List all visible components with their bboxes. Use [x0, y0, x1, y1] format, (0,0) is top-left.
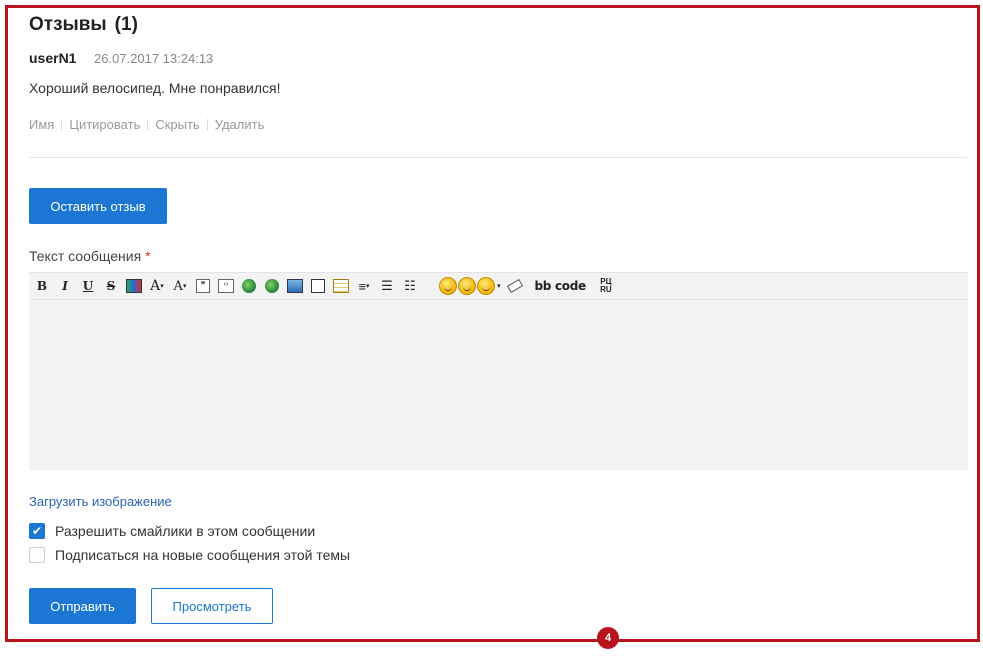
allow-smiles-label: Разрешить смайлики в этом сообщении: [55, 523, 316, 539]
unlink-button[interactable]: [263, 277, 281, 295]
smile-icon: [439, 277, 457, 295]
upload-image-link[interactable]: Загрузить изображение: [29, 494, 172, 509]
code-icon: ‹›: [218, 279, 234, 293]
font-size-button[interactable]: A ▾: [171, 277, 189, 295]
font-icon: A: [150, 278, 161, 294]
chevron-down-icon: ▾: [497, 283, 501, 290]
ordered-list-button[interactable]: ☰: [378, 277, 396, 295]
highlight-frame: Отзывы (1) userN1 26.07.2017 13:24:13 Хор…: [5, 5, 980, 642]
required-mark: *: [145, 248, 151, 264]
video-button[interactable]: [309, 277, 327, 295]
grin-icon: [477, 277, 495, 295]
review-text: Хороший велосипед. Мне понравился!: [29, 80, 281, 96]
grin-button[interactable]: ▾: [477, 277, 501, 295]
section-divider: [29, 157, 967, 158]
color-icon: [126, 279, 142, 293]
review-action-hide[interactable]: Скрыть: [155, 117, 199, 132]
font-size-icon: A: [173, 278, 183, 294]
chevron-down-icon: ▾: [182, 283, 187, 290]
subscribe-row: Подписаться на новые сообщения этой темы: [29, 547, 350, 563]
editor-toolbar: B I U S A ▾ A ▾ ❞ ‹› ≡ ▾ ☰ ☷ ▾ bb code Р…: [29, 273, 968, 300]
video-icon: [311, 279, 325, 293]
review-action-delete[interactable]: Удалить: [215, 117, 265, 132]
translit-button[interactable]: РЦ RU: [597, 277, 615, 295]
font-button[interactable]: A ▾: [148, 277, 166, 295]
table-button[interactable]: [332, 277, 350, 295]
translit-bottom: RU: [600, 285, 612, 294]
unordered-list-icon: ☷: [404, 278, 416, 293]
unlink-icon: [265, 279, 279, 293]
allow-smiles-checkbox[interactable]: ✔: [29, 523, 45, 539]
image-icon: [287, 279, 303, 293]
wink-icon: [458, 277, 476, 295]
subscribe-checkbox[interactable]: [29, 547, 45, 563]
underline-button[interactable]: U: [79, 277, 97, 295]
remove-format-button[interactable]: [506, 277, 524, 295]
action-separator: [147, 119, 149, 130]
leave-review-button[interactable]: Оставить отзыв: [29, 188, 167, 224]
check-icon: ✔: [31, 524, 43, 538]
chevron-down-icon: ▾: [160, 283, 164, 290]
link-button[interactable]: [240, 277, 258, 295]
message-label-text: Текст сообщения: [29, 248, 142, 264]
review-date: 26.07.2017 13:24:13: [94, 51, 214, 66]
review-action-name[interactable]: Имя: [29, 117, 54, 132]
bold-button[interactable]: B: [33, 277, 51, 295]
italic-button[interactable]: I: [56, 277, 74, 295]
review-author: userN1: [29, 50, 77, 66]
image-button[interactable]: [286, 277, 304, 295]
review-actions: Имя Цитировать Скрыть Удалить: [29, 117, 264, 132]
code-button[interactable]: ‹›: [217, 277, 235, 295]
align-button[interactable]: ≡ ▾: [355, 277, 373, 295]
reviews-title-text: Отзывы: [29, 14, 107, 35]
color-button[interactable]: [125, 277, 143, 295]
align-icon: ≡: [358, 278, 367, 294]
quote-button[interactable]: ❞: [194, 277, 212, 295]
reviews-title: Отзывы (1): [29, 14, 138, 36]
ordered-list-icon: ☰: [381, 278, 393, 293]
unordered-list-button[interactable]: ☷: [401, 277, 419, 295]
reviews-count: (1): [114, 14, 138, 35]
smile-button[interactable]: [439, 277, 457, 295]
bbcode-button[interactable]: bb code: [535, 277, 587, 295]
action-separator: [206, 119, 208, 130]
action-separator: [61, 119, 63, 130]
link-icon: [242, 279, 256, 293]
message-editor[interactable]: B I U S A ▾ A ▾ ❞ ‹› ≡ ▾ ☰ ☷ ▾ bb code Р…: [29, 272, 968, 470]
message-label: Текст сообщения *: [29, 248, 151, 264]
annotation-marker: 4: [597, 627, 619, 649]
preview-button[interactable]: Просмотреть: [151, 588, 273, 624]
wink-button[interactable]: [458, 277, 476, 295]
chevron-down-icon: ▾: [366, 283, 370, 290]
subscribe-label: Подписаться на новые сообщения этой темы: [55, 547, 351, 563]
send-button[interactable]: Отправить: [29, 588, 136, 624]
table-icon: [333, 279, 349, 293]
allow-smiles-row: ✔ Разрешить смайлики в этом сообщении: [29, 523, 315, 539]
eraser-icon: [506, 279, 523, 293]
quote-icon: ❞: [196, 279, 210, 293]
review-action-quote[interactable]: Цитировать: [69, 117, 140, 132]
strike-button[interactable]: S: [102, 277, 120, 295]
